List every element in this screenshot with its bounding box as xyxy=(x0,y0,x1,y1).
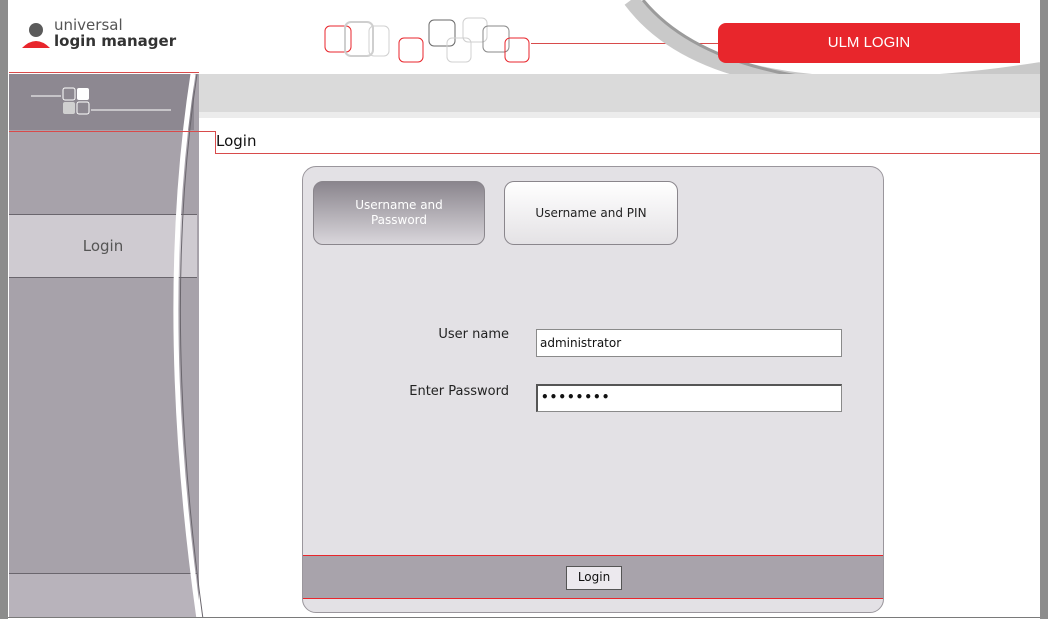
login-panel: Username and Password Username and PIN U… xyxy=(302,166,884,613)
ulm-login-banner: ULM LOGIN xyxy=(718,23,1020,63)
login-button[interactable]: Login xyxy=(566,566,622,590)
password-input[interactable]: •••••••• xyxy=(536,384,842,412)
tab-username-password[interactable]: Username and Password xyxy=(313,181,485,245)
logo-text-line1: universal xyxy=(54,16,123,34)
user-icon xyxy=(22,23,50,48)
window-edge-left xyxy=(0,0,8,619)
panel-footer: Login xyxy=(303,555,883,599)
tab-label: Username and Password xyxy=(355,198,443,227)
app-window: universal login manager ULM LOGIN Login … xyxy=(0,0,1048,618)
page-title: Login xyxy=(216,132,257,150)
logo: universal login manager xyxy=(9,0,199,74)
decorative-squares xyxy=(324,17,530,63)
heading-rule-left xyxy=(9,131,216,132)
header-swoosh xyxy=(624,0,1043,93)
header-grey-strip xyxy=(196,74,1041,114)
password-label: Enter Password xyxy=(409,384,509,399)
username-input[interactable] xyxy=(536,329,842,357)
heading-rule xyxy=(215,153,1041,154)
username-label: User name xyxy=(438,327,509,342)
tab-label: Username and PIN xyxy=(535,205,647,220)
logo-text-line2: login manager xyxy=(54,32,177,50)
header-grey-strip-lower xyxy=(196,112,1041,118)
logo-underline xyxy=(9,72,199,73)
sidebar-curve xyxy=(173,74,204,617)
window-edge-right xyxy=(1040,0,1048,619)
app-grid-icon xyxy=(31,87,171,115)
tab-username-pin[interactable]: Username and PIN xyxy=(504,181,678,245)
